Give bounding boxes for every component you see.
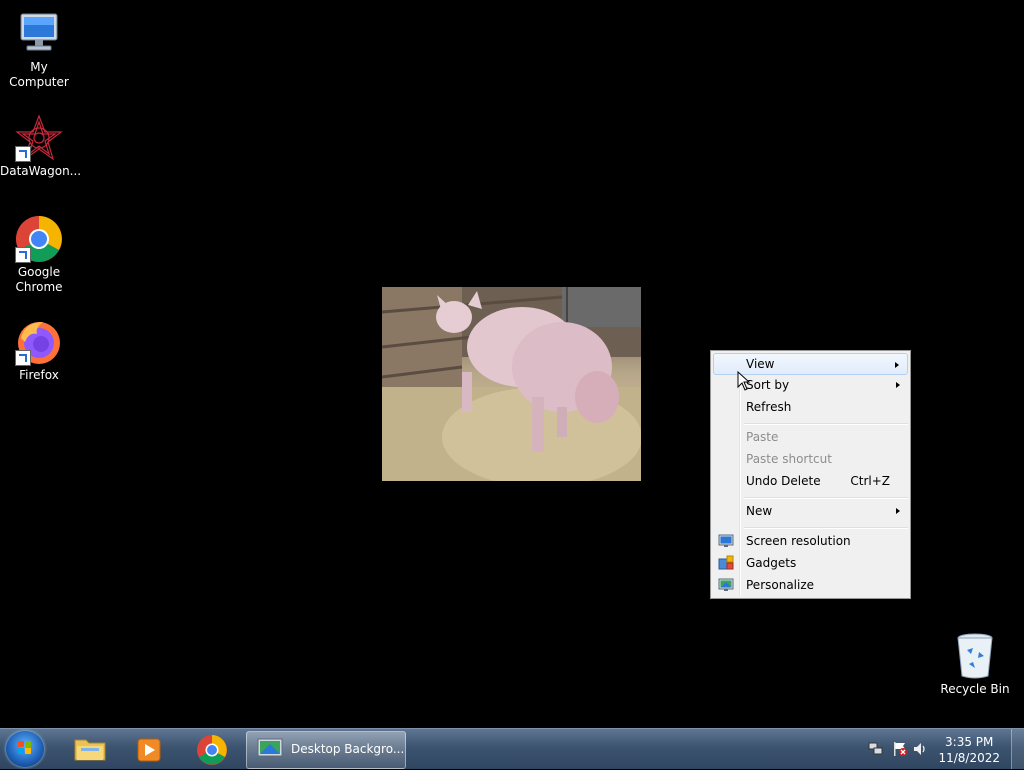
desktop-icon-google-chrome[interactable]: Google Chrome [0, 215, 78, 295]
submenu-arrow-icon [896, 508, 900, 514]
menu-item-label: Gadgets [746, 556, 797, 570]
taskbar-pin-explorer[interactable] [62, 732, 118, 766]
shortcut-key-label: Ctrl+Z [850, 474, 890, 488]
personalize-icon [257, 738, 283, 760]
windows-logo-icon [18, 741, 31, 754]
datawagon-icon [15, 114, 63, 162]
shortcut-arrow-icon [15, 146, 31, 162]
submenu-arrow-icon [896, 382, 900, 388]
menu-item-label: Refresh [746, 400, 792, 414]
submenu-arrow-icon [895, 362, 899, 368]
desktop-context-menu: View Sort by Refresh Paste Paste shortcu… [710, 350, 911, 599]
menu-item-paste-shortcut: Paste shortcut [713, 448, 908, 470]
desktop-icon-firefox[interactable]: Firefox [0, 318, 78, 383]
taskbar-window-title: Desktop Backgro... [291, 742, 405, 756]
menu-item-screen-resolution[interactable]: Screen resolution [713, 530, 908, 552]
desktop-icon-label: My Computer [9, 60, 69, 89]
personalize-icon [718, 578, 734, 591]
menu-separator [744, 423, 908, 425]
taskbar-window-desktop-background[interactable]: Desktop Backgro... [246, 731, 406, 769]
menu-item-label: Undo Delete [746, 474, 821, 488]
computer-icon [15, 10, 63, 58]
desktop-icon-datawagon[interactable]: DataWagon... [0, 114, 82, 179]
network-icon[interactable] [868, 741, 884, 757]
menu-item-label: Paste [746, 430, 779, 444]
menu-item-label: New [746, 504, 773, 518]
menu-separator [744, 497, 908, 499]
system-tray: 3:35 PM 11/8/2022 [854, 729, 1024, 769]
menu-item-label: Personalize [746, 578, 815, 592]
volume-icon[interactable] [912, 741, 928, 757]
taskbar-clock[interactable]: 3:35 PM 11/8/2022 [938, 734, 1000, 766]
gadgets-icon [718, 555, 734, 570]
chrome-icon [15, 215, 63, 263]
desktop-icon-my-computer[interactable]: My Computer [0, 10, 78, 90]
start-button[interactable] [6, 731, 44, 767]
action-center-flag-icon[interactable] [892, 741, 908, 757]
taskbar-pin-media-player[interactable] [121, 732, 177, 766]
desktop-icon-label: Google Chrome [15, 265, 63, 294]
menu-item-refresh[interactable]: Refresh [713, 396, 908, 418]
menu-item-personalize[interactable]: Personalize [713, 574, 908, 596]
recycle-bin-icon [951, 632, 999, 680]
folder-icon [74, 739, 106, 761]
menu-item-gadgets[interactable]: Gadgets [713, 552, 908, 574]
media-player-icon [137, 738, 161, 762]
show-desktop-button[interactable] [1011, 729, 1024, 769]
menu-item-sort-by[interactable]: Sort by [713, 374, 908, 396]
shortcut-arrow-icon [15, 350, 31, 366]
wallpaper-image [382, 287, 641, 481]
chrome-icon [197, 735, 227, 765]
menu-item-new[interactable]: New [713, 500, 908, 522]
firefox-icon [15, 318, 63, 366]
shortcut-arrow-icon [15, 247, 31, 263]
menu-item-label: Screen resolution [746, 534, 851, 548]
menu-item-view[interactable]: View [713, 353, 908, 375]
menu-item-paste: Paste [713, 426, 908, 448]
clock-time: 3:35 PM [945, 735, 994, 749]
menu-item-label: Paste shortcut [746, 452, 832, 466]
taskbar-pin-chrome[interactable] [184, 732, 240, 766]
desktop-icon-recycle-bin[interactable]: Recycle Bin [936, 632, 1014, 697]
menu-item-label: Sort by [746, 378, 790, 392]
monitor-icon [718, 534, 734, 547]
desktop-icon-label: DataWagon... [0, 164, 82, 178]
menu-item-undo-delete[interactable]: Undo Delete Ctrl+Z [713, 470, 908, 492]
desktop-icon-label: Firefox [19, 368, 59, 382]
menu-separator [744, 527, 908, 529]
clock-date: 11/8/2022 [938, 751, 1000, 765]
desktop-icon-label: Recycle Bin [940, 682, 1010, 696]
menu-item-label: View [746, 357, 775, 371]
taskbar: Desktop Backgro... 3:35 PM 11/8/2022 [0, 728, 1024, 769]
